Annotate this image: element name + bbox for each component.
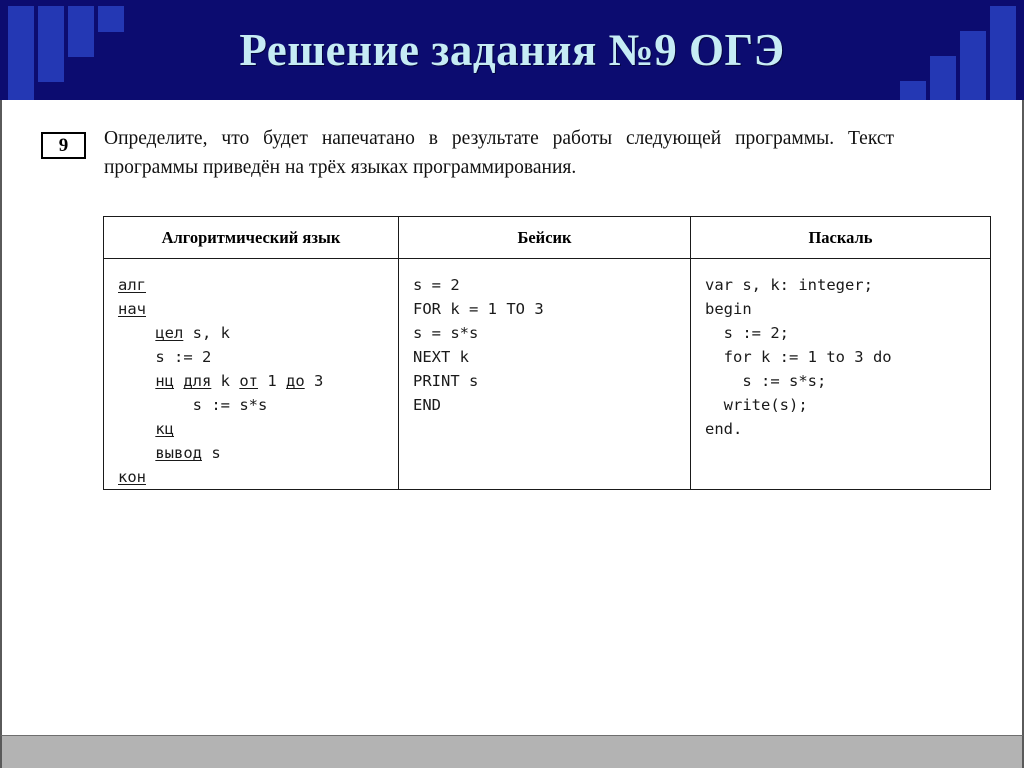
slide-title: Решение задания №9 ОГЭ bbox=[239, 25, 785, 75]
column-header-pascal: Паскаль bbox=[690, 216, 991, 259]
code-cell-basic: s = 2 FOR k = 1 TO 3 s = s*s NEXT k PRIN… bbox=[398, 258, 691, 490]
footer-bar bbox=[0, 735, 1024, 768]
code-cell-pascal: var s, k: integer; begin s := 2; for k :… bbox=[690, 258, 991, 490]
code-block-algorithmic: алг нач цел s, k s := 2 нц для k от 1 до… bbox=[118, 276, 324, 486]
program-languages-table: Алгоритмический язык Бейсик Паскаль алг … bbox=[103, 216, 991, 490]
slide-canvas: Решение задания №9 ОГЭ 9 Определите, что… bbox=[0, 0, 1024, 768]
column-header-basic: Бейсик bbox=[398, 216, 691, 259]
title-banner: Решение задания №9 ОГЭ bbox=[0, 0, 1024, 100]
column-header-algorithmic: Алгоритмический язык bbox=[103, 216, 399, 259]
task-instruction-text: Определите, что будет напечатано в резул… bbox=[104, 128, 894, 178]
table-code-row: алг нач цел s, k s := 2 нц для k от 1 до… bbox=[103, 258, 991, 490]
table-header-row: Алгоритмический язык Бейсик Паскаль bbox=[103, 216, 991, 259]
code-block-pascal: var s, k: integer; begin s := 2; for k :… bbox=[705, 276, 892, 438]
task-number-badge: 9 bbox=[41, 132, 86, 159]
code-block-basic: s = 2 FOR k = 1 TO 3 s = s*s NEXT k PRIN… bbox=[413, 276, 544, 414]
code-cell-algorithmic: алг нач цел s, k s := 2 нц для k от 1 до… bbox=[103, 258, 399, 490]
